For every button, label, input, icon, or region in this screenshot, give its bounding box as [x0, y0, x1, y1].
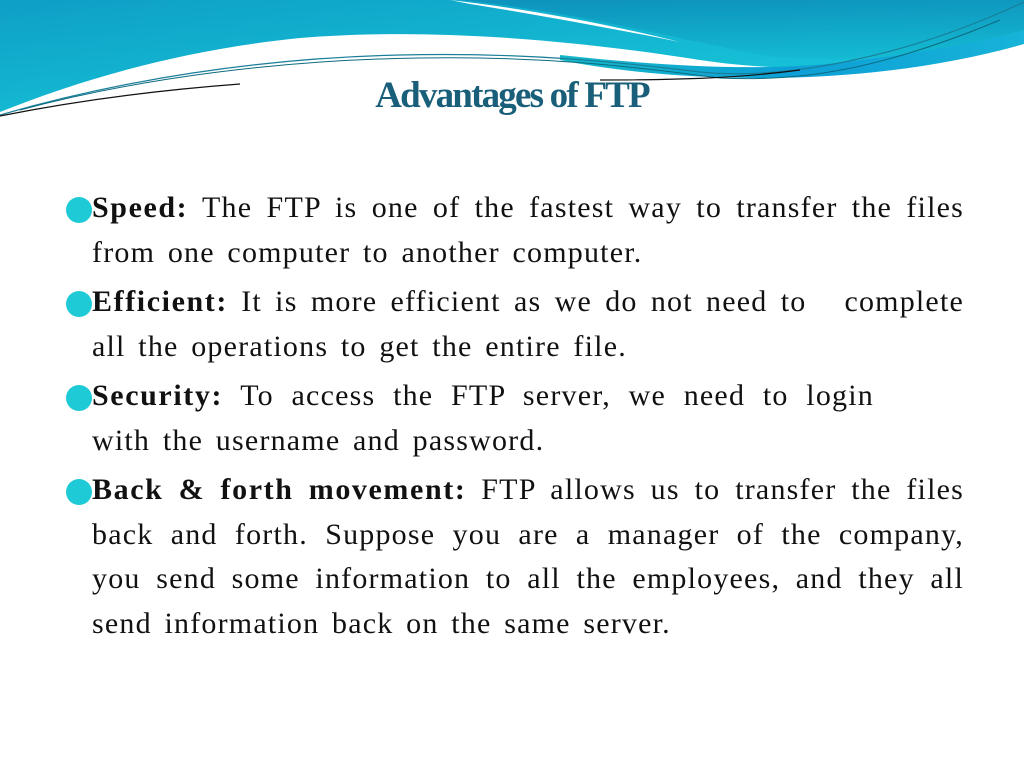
bullet-term: Back & forth movement:	[92, 473, 467, 506]
bullet-text: To access the FTP server, we need to log…	[240, 379, 874, 412]
bullet-dot-icon	[66, 291, 92, 317]
bullet-dot-icon	[66, 197, 92, 223]
bullet-security: Security: To access the FTP server, we n…	[66, 374, 964, 463]
bullet-text-continued: with the username and password.	[92, 423, 545, 457]
bullet-term: Efficient:	[92, 285, 228, 318]
bullet-text: The FTP is one of the fastest way to tra…	[92, 191, 964, 269]
bullet-dot-icon	[66, 385, 92, 411]
bullet-text: It is more efficient as we do not need t…	[241, 285, 807, 318]
bullet-efficient: Efficient: It is more efficient as we do…	[66, 280, 964, 369]
bullet-speed: Speed: The FTP is one of the fastest way…	[66, 186, 964, 275]
bullet-term: Speed:	[92, 191, 189, 224]
bullet-list: Speed: The FTP is one of the fastest way…	[66, 186, 964, 651]
bullet-term: Security:	[92, 379, 224, 412]
bullet-dot-icon	[66, 479, 92, 505]
slide-title: Advantages of FTP	[375, 75, 650, 116]
bullet-back-forth: Back & forth movement: FTP allows us to …	[66, 468, 964, 646]
